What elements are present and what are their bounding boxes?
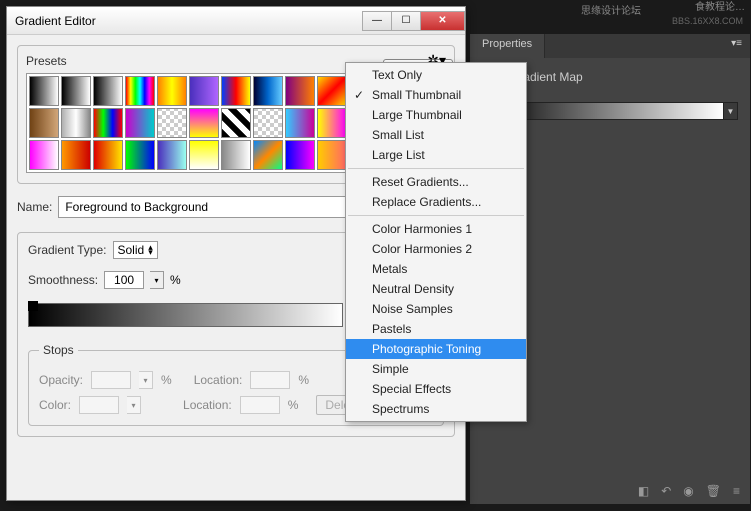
name-label: Name: <box>17 200 52 214</box>
menu-item[interactable]: Special Effects <box>346 379 526 399</box>
preset-swatch[interactable] <box>253 108 283 138</box>
menu-item[interactable]: Photographic Toning <box>346 339 526 359</box>
preset-swatch[interactable] <box>93 140 123 170</box>
preset-swatch[interactable] <box>125 108 155 138</box>
gradient-dropdown[interactable]: ▼ <box>724 102 738 120</box>
panel-menu-icon[interactable]: ▾≡ <box>723 34 750 58</box>
smoothness-label: Smoothness: <box>28 273 98 287</box>
titlebar[interactable]: Gradient Editor — ☐ ✕ <box>7 7 465 35</box>
gradient-bar[interactable] <box>28 303 343 327</box>
opacity-label: Opacity: <box>39 373 83 387</box>
menu-item[interactable]: Color Harmonies 2 <box>346 239 526 259</box>
trash-icon[interactable]: 🗑 <box>706 484 721 498</box>
preset-swatch[interactable] <box>189 76 219 106</box>
dialog-title: Gradient Editor <box>15 14 363 28</box>
smoothness-dropdown[interactable]: ▾ <box>150 271 164 289</box>
preset-swatch[interactable] <box>61 76 91 106</box>
watermark-text: 食教程论… <box>695 2 745 14</box>
panel-footer: ◧ ↶ ◉ 🗑 ≡ <box>638 484 740 498</box>
preset-swatch[interactable] <box>221 108 251 138</box>
maximize-button[interactable]: ☐ <box>391 11 421 31</box>
preset-swatch[interactable] <box>221 140 251 170</box>
preset-swatch[interactable] <box>221 76 251 106</box>
color-label: Color: <box>39 398 71 412</box>
preset-swatch[interactable] <box>189 140 219 170</box>
menu-item[interactable]: Simple <box>346 359 526 379</box>
menu-item[interactable]: Reset Gradients... <box>346 172 526 192</box>
opacity-stop[interactable] <box>28 301 38 311</box>
preset-swatch[interactable] <box>29 108 59 138</box>
preset-swatch[interactable] <box>253 76 283 106</box>
preset-swatch[interactable] <box>317 140 347 170</box>
footer-icon[interactable]: ↶ <box>661 484 671 498</box>
percent-label: % <box>170 273 181 287</box>
menu-item[interactable]: Metals <box>346 259 526 279</box>
watermark-text: 思缘设计论坛 <box>581 2 641 17</box>
menu-item[interactable]: Neutral Density <box>346 279 526 299</box>
preset-swatch[interactable] <box>125 140 155 170</box>
smoothness-input[interactable] <box>104 271 144 289</box>
preset-swatch[interactable] <box>317 108 347 138</box>
menu-item[interactable]: Replace Gradients... <box>346 192 526 212</box>
location-input <box>240 396 280 414</box>
preset-swatch[interactable] <box>253 140 283 170</box>
preset-swatch[interactable] <box>285 76 315 106</box>
preset-swatch[interactable] <box>29 140 59 170</box>
preset-swatch[interactable] <box>61 140 91 170</box>
opacity-input <box>91 371 131 389</box>
preset-swatch[interactable] <box>125 76 155 106</box>
location-input <box>250 371 290 389</box>
footer-icon[interactable]: ≡ <box>733 484 740 498</box>
close-button[interactable]: ✕ <box>420 11 465 31</box>
menu-item[interactable]: Small Thumbnail <box>346 85 526 105</box>
presets-label: Presets <box>26 54 67 68</box>
presets-context-menu: Text OnlySmall ThumbnailLarge ThumbnailS… <box>345 62 527 422</box>
preset-swatch[interactable] <box>93 108 123 138</box>
stops-label: Stops <box>39 343 78 357</box>
preset-swatch[interactable] <box>285 140 315 170</box>
menu-item[interactable]: Large List <box>346 145 526 165</box>
tab-properties[interactable]: Properties <box>470 34 545 58</box>
preset-swatch[interactable] <box>93 76 123 106</box>
preset-swatch[interactable] <box>189 108 219 138</box>
menu-item[interactable]: Noise Samples <box>346 299 526 319</box>
menu-item[interactable]: Spectrums <box>346 399 526 419</box>
menu-item[interactable]: Color Harmonies 1 <box>346 219 526 239</box>
preset-swatch[interactable] <box>317 76 347 106</box>
menu-item[interactable]: Small List <box>346 125 526 145</box>
color-input <box>79 396 119 414</box>
footer-icon[interactable]: ◉ <box>683 484 693 498</box>
preset-swatch[interactable] <box>61 108 91 138</box>
menu-item[interactable]: Large Thumbnail <box>346 105 526 125</box>
gradient-type-select[interactable]: Solid▴▾ <box>113 241 158 259</box>
minimize-button[interactable]: — <box>362 11 392 31</box>
location-label: Location: <box>194 373 243 387</box>
menu-item[interactable]: Text Only <box>346 65 526 85</box>
preset-swatch[interactable] <box>157 108 187 138</box>
location-label: Location: <box>183 398 232 412</box>
footer-icon[interactable]: ◧ <box>638 484 649 498</box>
color-dropdown: ▾ <box>127 396 141 414</box>
preset-swatch[interactable] <box>285 108 315 138</box>
preset-swatch[interactable] <box>29 76 59 106</box>
opacity-dropdown: ▾ <box>139 371 153 389</box>
gradient-type-label: Gradient Type: <box>28 243 107 257</box>
menu-item[interactable]: Pastels <box>346 319 526 339</box>
preset-swatch[interactable] <box>157 140 187 170</box>
watermark-url: BBS.16XX8.COM <box>672 16 743 26</box>
preset-swatch[interactable] <box>157 76 187 106</box>
presets-grid <box>26 73 348 173</box>
